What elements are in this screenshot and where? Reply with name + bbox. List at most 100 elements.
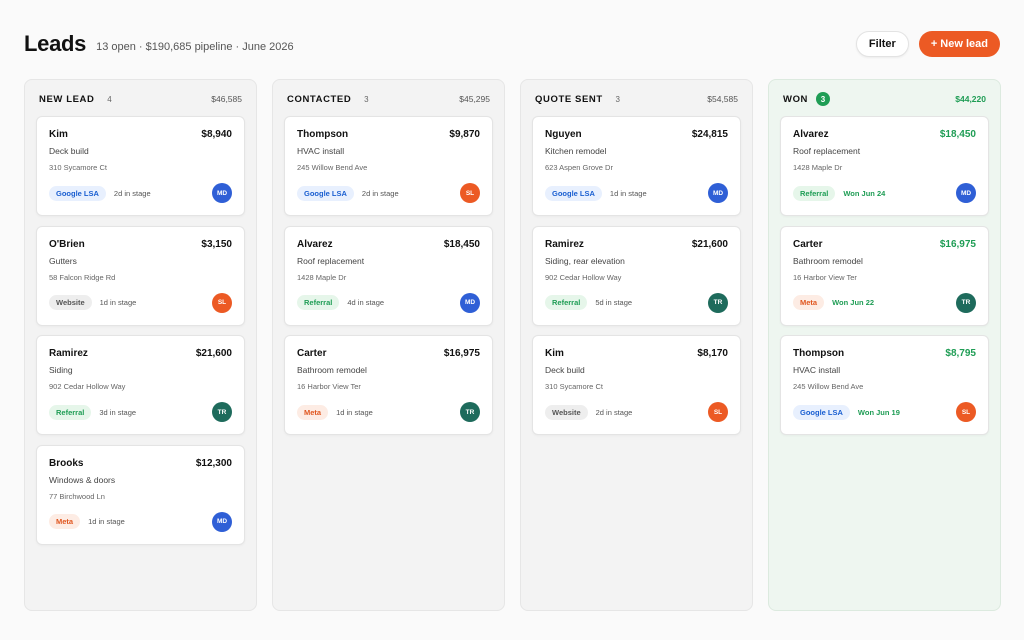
- source-badge: Referral: [545, 295, 588, 310]
- lead-address: 58 Falcon Ridge Rd: [49, 272, 116, 282]
- lead-name: Brooks: [49, 457, 84, 469]
- owner-avatar[interactable]: SL: [956, 402, 976, 422]
- column-title: NEW LEAD: [39, 93, 95, 105]
- column-contacted: CONTACTED 3 $45,295 Thompson $9,870 HVAC i…: [272, 79, 505, 611]
- lead-amount: $9,870: [449, 129, 480, 140]
- lead-name: Nguyen: [545, 129, 582, 140]
- lead-card[interactable]: Kim $8,170 Deck build 310 Sycamore Ct Websit…: [532, 335, 741, 435]
- card-footer: Google LSA 2d in stage MD: [49, 183, 232, 203]
- lead-card[interactable]: Alvarez $18,450 Roof replacement 1428 Maple…: [284, 225, 493, 326]
- kanban-board: NEW LEAD 4 $46,585 Kim $8,940 Deck build 31…: [24, 79, 1001, 611]
- column-header: CONTACTED 3 $45,295: [273, 80, 504, 118]
- lead-address: 245 Willow Bend Ave: [793, 382, 864, 391]
- lead-amount: $16,975: [939, 238, 976, 250]
- source-badge: Referral: [297, 295, 340, 310]
- card-footer: Website 1d in stage SL: [49, 292, 232, 313]
- lead-service: Bathroom remodel: [793, 255, 863, 266]
- owner-avatar[interactable]: TR: [460, 402, 480, 422]
- owner-avatar[interactable]: TR: [708, 292, 728, 313]
- stage-duration: 2d in stage: [113, 188, 151, 198]
- column-won: WON 3 $44,220 Alvarez $18,450 Roof replace…: [768, 79, 1001, 611]
- lead-card[interactable]: Carter $16,975 Bathroom remodel 16 Harbor V…: [780, 225, 989, 326]
- lead-name: Ramirez: [545, 238, 584, 250]
- owner-avatar[interactable]: SL: [460, 183, 480, 203]
- lead-amount: $18,450: [939, 129, 976, 140]
- card-header: Kim $8,940: [49, 129, 232, 140]
- owner-avatar[interactable]: TR: [212, 402, 232, 422]
- new-lead-button[interactable]: + New lead: [918, 31, 1000, 57]
- lead-card[interactable]: Brooks $12,300 Windows & doors 77 Birchwood…: [36, 444, 245, 545]
- owner-avatar[interactable]: MD: [212, 183, 232, 203]
- lead-address: 16 Harbor View Ter: [297, 382, 361, 391]
- card-header: Nguyen $24,815: [545, 129, 728, 140]
- lead-card[interactable]: Thompson $9,870 HVAC install 245 Willow Ben…: [284, 116, 493, 216]
- filter-button[interactable]: Filter: [855, 31, 909, 57]
- column-header: QUOTE SENT 3 $54,585: [521, 80, 752, 118]
- page-title: Leads: [24, 31, 87, 56]
- card-footer: Meta 1d in stage MD: [49, 511, 232, 532]
- lead-amount: $24,815: [691, 129, 728, 140]
- lead-service: Deck build: [49, 146, 89, 156]
- owner-avatar[interactable]: MD: [460, 292, 480, 313]
- lead-card[interactable]: Alvarez $18,450 Roof replacement 1428 Maple…: [780, 116, 989, 216]
- lead-name: Thompson: [297, 129, 349, 140]
- column-total: $44,220: [955, 94, 986, 104]
- stage-duration: Won Jun 19: [857, 407, 900, 417]
- source-badge: Meta: [297, 404, 329, 420]
- card-header: Kim $8,170: [545, 348, 728, 359]
- lead-name: Ramirez: [49, 348, 88, 359]
- card-list: Thompson $9,870 HVAC install 245 Willow Ben…: [284, 116, 493, 445]
- lead-amount: $21,600: [195, 348, 232, 359]
- card-footer: Referral Won Jun 24 MD: [793, 183, 976, 203]
- card-footer: Google LSA 1d in stage MD: [545, 183, 728, 203]
- card-header: Alvarez $18,450: [793, 129, 976, 140]
- header-actions: Filter + New lead: [855, 31, 1000, 57]
- card-footer: Meta Won Jun 22 TR: [793, 292, 976, 313]
- source-badge: Website: [545, 404, 588, 420]
- column-total: $45,295: [459, 94, 490, 104]
- card-header: Ramirez $21,600: [545, 239, 728, 250]
- lead-card[interactable]: O'Brien $3,150 Gutters 58 Falcon Ridge Rd We…: [36, 225, 245, 326]
- lead-service: HVAC install: [793, 365, 841, 375]
- lead-address: 245 Willow Bend Ave: [297, 163, 368, 172]
- lead-service: Siding: [49, 365, 73, 375]
- owner-avatar[interactable]: MD: [956, 183, 976, 203]
- card-list: Alvarez $18,450 Roof replacement 1428 Maple…: [780, 116, 989, 445]
- column-total: $54,585: [707, 94, 738, 104]
- owner-avatar[interactable]: TR: [956, 292, 976, 313]
- lead-name: Kim: [49, 129, 68, 140]
- column-count: 4: [107, 94, 112, 104]
- source-badge: Website: [49, 295, 92, 310]
- lead-amount: $21,600: [691, 238, 728, 250]
- stage-duration: 1d in stage: [99, 298, 137, 307]
- lead-amount: $18,450: [443, 238, 480, 250]
- lead-address: 310 Sycamore Ct: [49, 163, 107, 172]
- stage-duration: 1d in stage: [336, 407, 373, 417]
- owner-avatar[interactable]: MD: [212, 511, 232, 532]
- lead-card[interactable]: Carter $16,975 Bathroom remodel 16 Harbor V…: [284, 335, 493, 435]
- lead-service: Windows & doors: [49, 474, 116, 485]
- lead-service: Roof replacement: [297, 255, 365, 266]
- card-header: Carter $16,975: [297, 348, 480, 359]
- column-header: WON 3 $44,220: [769, 80, 1000, 118]
- source-badge: Meta: [49, 514, 81, 529]
- source-badge: Google LSA: [545, 185, 602, 201]
- card-footer: Meta 1d in stage TR: [297, 402, 480, 422]
- lead-card[interactable]: Nguyen $24,815 Kitchen remodel 623 Aspen Gr…: [532, 116, 741, 216]
- card-footer: Referral 4d in stage MD: [297, 292, 480, 313]
- lead-card[interactable]: Kim $8,940 Deck build 310 Sycamore Ct Google…: [36, 116, 245, 216]
- lead-service: Siding, rear elevation: [545, 255, 625, 266]
- owner-avatar[interactable]: SL: [212, 292, 232, 313]
- owner-avatar[interactable]: SL: [708, 402, 728, 422]
- stage-duration: 2d in stage: [361, 188, 399, 198]
- owner-avatar[interactable]: MD: [708, 183, 728, 203]
- lead-card[interactable]: Ramirez $21,600 Siding 902 Cedar Hollow Way…: [36, 335, 245, 435]
- stage-duration: 5d in stage: [595, 298, 633, 307]
- lead-card[interactable]: Thompson $8,795 HVAC install 245 Willow Ben…: [780, 335, 989, 435]
- card-footer: Google LSA Won Jun 19 SL: [793, 402, 976, 422]
- card-header: Carter $16,975: [793, 239, 976, 250]
- lead-card[interactable]: Ramirez $21,600 Siding, rear elevation 902 …: [532, 225, 741, 326]
- page-header: Leads 13 open · $190,685 pipeline · June…: [24, 24, 1000, 64]
- lead-name: Thompson: [793, 348, 845, 359]
- lead-address: 16 Harbor View Ter: [793, 272, 857, 282]
